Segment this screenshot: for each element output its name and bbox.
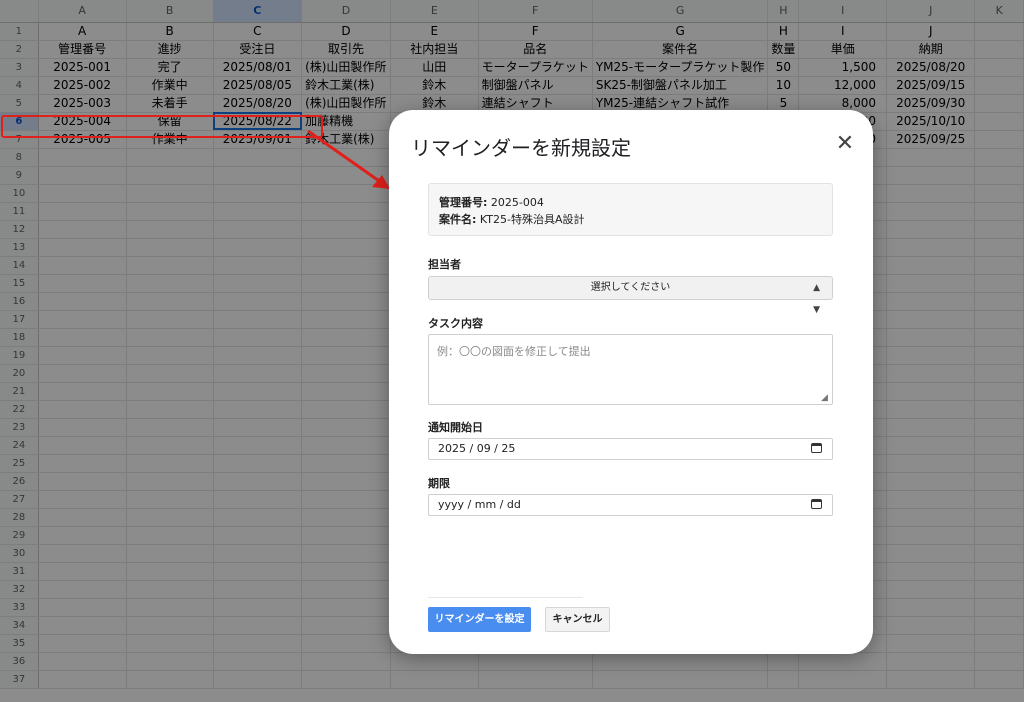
assignee-select-value: 選択してください — [590, 282, 671, 293]
reminder-dialog: リマインダーを新規設定 ✕ 管理番号: 2025-004 案件名: KT25-特… — [389, 110, 873, 654]
set-reminder-button[interactable]: リマインダーを設定 — [428, 607, 531, 632]
start-date-value: 2025 / 09 / 25 — [438, 442, 516, 455]
selected-row-highlight — [1, 115, 323, 138]
calendar-icon[interactable] — [811, 443, 822, 453]
assignee-label: 担当者 — [428, 258, 461, 271]
calendar-icon[interactable] — [811, 499, 822, 509]
select-arrows-icon: ▲ ▼ — [813, 283, 820, 315]
id-label: 管理番号: — [439, 196, 488, 209]
case-value: KT25-特殊治具A設計 — [479, 213, 585, 226]
id-value: 2025-004 — [490, 196, 544, 209]
due-date-input[interactable]: yyyy / mm / dd — [428, 494, 833, 516]
task-input[interactable] — [428, 334, 833, 405]
cancel-button[interactable]: キャンセル — [545, 607, 610, 632]
start-date-input[interactable]: 2025 / 09 / 25 — [428, 438, 833, 460]
task-label: タスク内容 — [428, 317, 483, 330]
record-info-box: 管理番号: 2025-004 案件名: KT25-特殊治具A設計 — [428, 183, 833, 236]
due-date-label: 期限 — [428, 477, 450, 490]
assignee-select[interactable]: 選択してください ▲ ▼ — [428, 276, 833, 315]
resize-grip-icon[interactable]: ◢ — [821, 393, 828, 403]
case-label: 案件名: — [439, 213, 477, 226]
pointer-arrow-icon — [307, 129, 390, 189]
due-date-value: yyyy / mm / dd — [438, 498, 521, 511]
dialog-title: リマインダーを新規設定 — [411, 136, 631, 160]
button-divider — [428, 597, 583, 598]
start-date-label: 通知開始日 — [428, 421, 483, 434]
close-icon[interactable]: ✕ — [835, 133, 855, 155]
